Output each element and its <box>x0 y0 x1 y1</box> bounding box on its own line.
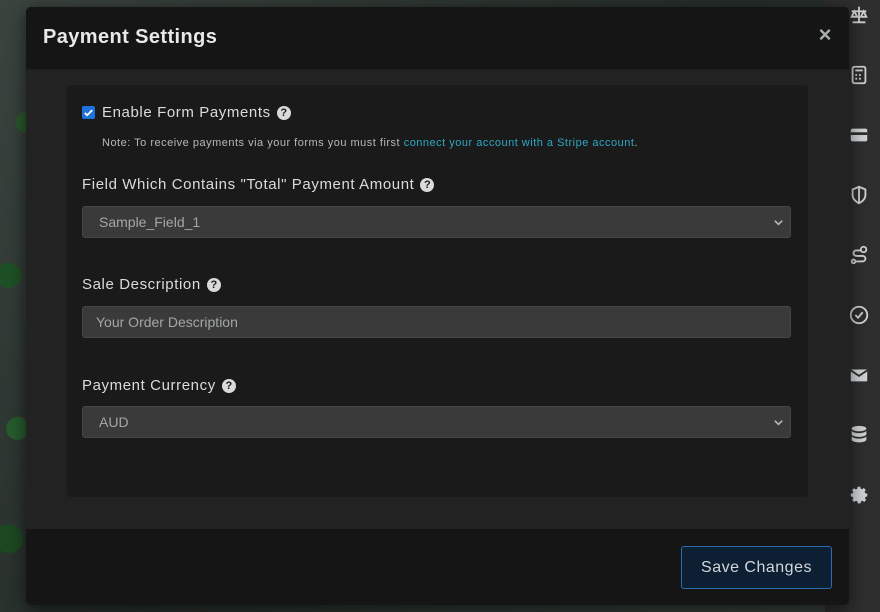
database-icon[interactable] <box>848 424 870 446</box>
total-field-label: Field Which Contains "Total" Payment Amo… <box>82 176 415 193</box>
settings-panel: Enable Form Payments ? Note: To receive … <box>67 85 808 497</box>
question-circle-icon[interactable]: ? <box>420 177 435 192</box>
question-circle-icon[interactable]: ? <box>221 378 236 393</box>
envelope-icon[interactable] <box>848 364 870 386</box>
gear-icon[interactable] <box>848 484 870 506</box>
currency-label-row: Payment Currency ? <box>82 377 236 394</box>
payment-settings-modal: Payment Settings × Enable Form Payments … <box>26 7 849 605</box>
currency-selected-value: AUD <box>99 414 129 430</box>
chevron-down-icon <box>773 417 784 428</box>
note-suffix: . <box>634 137 638 149</box>
modal-footer: Save Changes <box>26 529 849 605</box>
chevron-down-icon <box>773 217 784 228</box>
total-field-label-row: Field Which Contains "Total" Payment Amo… <box>82 176 435 193</box>
enable-payments-checkbox[interactable] <box>82 106 95 119</box>
route-icon[interactable] <box>848 244 870 266</box>
modal-title: Payment Settings <box>43 26 218 48</box>
sale-description-label: Sale Description <box>82 276 201 293</box>
credit-card-icon[interactable] <box>848 124 870 146</box>
question-circle-icon[interactable]: ? <box>276 105 291 120</box>
connect-stripe-link[interactable]: connect your account with a Stripe accou… <box>404 137 635 149</box>
sale-description-input[interactable]: Your Order Description <box>82 306 791 338</box>
enable-payments-row: Enable Form Payments ? <box>82 104 291 121</box>
question-circle-icon[interactable]: ? <box>206 277 221 292</box>
shield-icon[interactable] <box>848 184 870 206</box>
sale-description-label-row: Sale Description ? <box>82 276 221 293</box>
total-field-select[interactable]: Sample_Field_1 <box>82 206 791 238</box>
checkmark-icon <box>84 109 93 117</box>
enable-payments-label[interactable]: Enable Form Payments <box>102 104 271 121</box>
sale-description-placeholder: Your Order Description <box>96 314 238 330</box>
check-circle-icon[interactable] <box>848 304 870 326</box>
currency-select[interactable]: AUD <box>82 406 791 438</box>
currency-label: Payment Currency <box>82 377 216 394</box>
calculator-icon[interactable] <box>848 64 870 86</box>
note-text: Note: To receive payments via your forms… <box>102 137 404 149</box>
modal-header: Payment Settings × <box>26 7 849 70</box>
scale-icon[interactable] <box>848 4 870 26</box>
close-button[interactable]: × <box>815 24 835 46</box>
save-changes-button[interactable]: Save Changes <box>681 546 832 589</box>
total-field-selected-value: Sample_Field_1 <box>99 214 201 230</box>
stripe-note: Note: To receive payments via your forms… <box>102 137 638 149</box>
